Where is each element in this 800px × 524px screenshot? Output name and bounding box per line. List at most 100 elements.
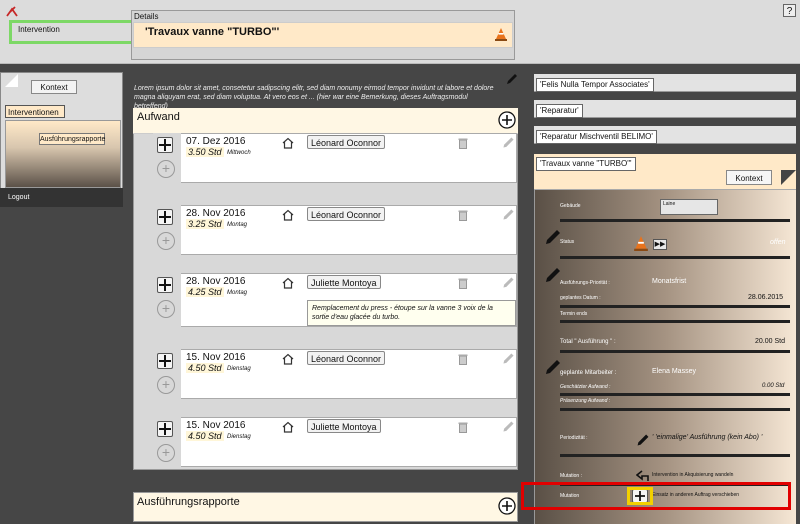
field-label: geplante Mitarbeiter : (560, 370, 617, 376)
divider (560, 219, 790, 222)
entry-date: 28. Nov 2016 (186, 208, 246, 219)
forward-button[interactable]: ▶▶ (653, 239, 667, 250)
intervention-label: Intervention (18, 25, 60, 34)
move-entry-button[interactable] (157, 421, 173, 437)
divider (560, 350, 790, 353)
traffic-cone-icon (495, 28, 507, 41)
divider (560, 256, 790, 259)
home-icon[interactable] (282, 209, 294, 221)
entry-date: 15. Nov 2016 (186, 352, 246, 363)
ausfuehrungsrapporte-title: Ausführungsrapporte (137, 496, 240, 508)
details-label: Details (134, 12, 159, 21)
entry-weekday: Mittwoch (227, 150, 251, 156)
move-entry-button[interactable] (157, 137, 173, 153)
pencil-icon[interactable] (502, 352, 515, 365)
total-value: 20.00 Std (755, 338, 785, 345)
move-entry-button[interactable] (157, 277, 173, 293)
entry-person[interactable]: Juliette Montoya (307, 275, 381, 289)
home-icon[interactable] (282, 137, 294, 149)
context-order[interactable]: 'Reparatur Mischventil BELIMO' (536, 130, 657, 144)
home-icon[interactable] (282, 421, 294, 433)
traffic-cone-icon (634, 236, 648, 251)
divider (560, 454, 790, 457)
corner-fold-icon[interactable] (5, 74, 18, 87)
entry-date: 28. Nov 2016 (186, 276, 246, 287)
entry-hours: 3.25 Std (186, 219, 224, 229)
divider (560, 305, 790, 308)
trash-icon[interactable] (458, 353, 468, 365)
field-label: Gebäude (560, 203, 581, 209)
pencil-icon[interactable] (502, 208, 515, 221)
entry-date: 15. Nov 2016 (186, 420, 246, 431)
add-sub-entry-button[interactable]: + (157, 160, 175, 178)
kontext-button-right[interactable]: Kontext (726, 170, 772, 185)
entry-person[interactable]: Léonard Oconnor (307, 351, 386, 365)
highlight-frame-yellow (627, 487, 653, 505)
context-customer[interactable]: 'Felis Nulla Tempor Associates' (536, 78, 654, 92)
tab-interventionen[interactable]: Interventionen (5, 105, 65, 118)
mutation1-value: Intervention in Akquisierung wandeln (652, 472, 734, 478)
aufwand-title: Aufwand (137, 111, 180, 123)
entry-comment: Remplacement du press - étoupe sur la va… (307, 300, 516, 326)
logout-link[interactable]: Logout (0, 188, 123, 207)
move-arrows-icon (159, 211, 171, 223)
status-value: offen (770, 239, 786, 246)
divider (560, 393, 790, 396)
home-icon[interactable] (282, 277, 294, 289)
trash-icon[interactable] (458, 137, 468, 149)
entry-weekday: Montag (227, 222, 248, 228)
field-label: geplantes Datum : (560, 295, 601, 301)
details-value: 'Travaux vanne "TURBO"' (145, 26, 280, 38)
pencil-icon[interactable] (502, 420, 515, 433)
aufwand-header (133, 108, 518, 134)
pencil-icon[interactable] (636, 433, 650, 447)
field-label: Geschätzter Aufwand : (560, 384, 611, 390)
entry-person[interactable]: Léonard Oconnor (307, 207, 386, 221)
entry-hours: 3.50 Std (186, 147, 224, 157)
context-type[interactable]: 'Reparatur' (536, 104, 583, 118)
add-rapport-icon[interactable] (498, 497, 516, 515)
pencil-icon[interactable] (502, 276, 515, 289)
add-sub-entry-button[interactable]: + (157, 232, 175, 250)
periodizitaet-value: ' 'einmalige' Ausführung (kein Abo) ' (652, 434, 763, 441)
add-sub-entry-button[interactable]: + (157, 300, 175, 318)
left-content-area (5, 120, 121, 188)
prio-value: Monatsfrist (652, 278, 687, 285)
field-label: Präsenzung Aufwand : (560, 398, 611, 404)
entry-hours: 4.25 Std (186, 287, 224, 297)
home-icon[interactable] (282, 353, 294, 365)
field-label: Status (560, 239, 575, 245)
entry-hours: 4.50 Std (186, 431, 224, 441)
move-entry-button[interactable] (157, 209, 173, 225)
pencil-icon[interactable] (505, 72, 519, 86)
trash-icon[interactable] (458, 421, 468, 433)
move-arrows-icon (159, 423, 171, 435)
app-logo-icon (6, 6, 18, 17)
trash-icon[interactable] (458, 209, 468, 221)
entry-person[interactable]: Juliette Montoya (307, 419, 381, 433)
move-entry-button[interactable] (157, 353, 173, 369)
add-sub-entry-button[interactable]: + (157, 376, 175, 394)
field-label: Periodizität : (560, 435, 588, 441)
kontext-button-left[interactable]: Kontext (31, 80, 77, 94)
field-label: Mutation : (560, 473, 582, 479)
add-aufwand-icon[interactable] (498, 111, 516, 129)
help-button[interactable]: ? (783, 4, 796, 17)
add-sub-entry-button[interactable]: + (157, 444, 175, 462)
entry-weekday: Dienstag (227, 366, 251, 372)
pencil-icon[interactable] (502, 136, 515, 149)
ausfuehrungsrapporte-button[interactable]: Ausführungsrapporte (39, 133, 105, 145)
field-label: Ausführungs-Priorität : (560, 280, 610, 286)
entry-date: 07. Dez 2016 (186, 136, 246, 147)
mitarbeiter-value: Elena Massey (652, 368, 696, 375)
detail-title: 'Travaux vanne "TURBO"' (536, 157, 636, 171)
corner-fold-icon[interactable] (781, 170, 796, 185)
undo-icon[interactable] (636, 470, 650, 482)
entry-person[interactable]: Léonard Oconnor (307, 135, 386, 149)
trash-icon[interactable] (458, 277, 468, 289)
gebaeude-value[interactable]: Laine (660, 199, 718, 215)
divider (560, 320, 790, 323)
divider (560, 408, 790, 411)
entry-weekday: Dienstag (227, 434, 251, 440)
entry-weekday: Montag (227, 290, 248, 296)
